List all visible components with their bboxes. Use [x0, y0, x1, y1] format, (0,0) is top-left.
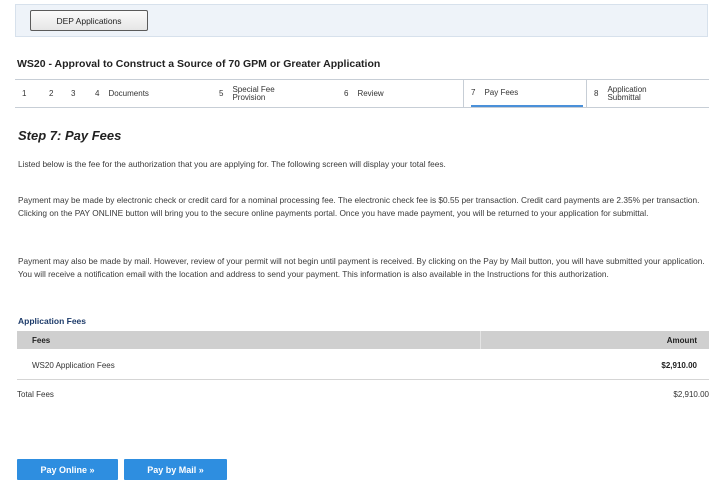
step-8-application-submittal[interactable]: 8 Application Submittal: [587, 80, 709, 107]
fee-name: WS20 Application Fees: [32, 361, 115, 370]
dep-applications-button[interactable]: DEP Applications: [30, 10, 148, 31]
total-fees-row: Total Fees $2,910.00: [17, 390, 709, 404]
amount-column-header: Amount: [666, 336, 697, 345]
fees-column-header: Fees: [32, 336, 51, 345]
total-fees-amount: $2,910.00: [673, 390, 709, 399]
table-row: WS20 Application Fees $2,910.00: [17, 358, 709, 374]
online-payment-paragraph: Payment may be made by electronic check …: [18, 195, 700, 218]
step-6-review[interactable]: 6 Review: [337, 80, 463, 107]
step-2[interactable]: 2: [42, 80, 64, 107]
total-fees-label: Total Fees: [17, 390, 54, 399]
pay-by-mail-button[interactable]: Pay by Mail »: [124, 459, 227, 480]
step-navigation: 1 2 3 4 Documents 5 Special Fee Provision …: [15, 79, 709, 108]
intro-paragraph: Listed below is the fee for the authoriz…: [18, 159, 446, 169]
page-title: Step 7: Pay Fees: [18, 128, 122, 143]
step-3[interactable]: 3: [64, 80, 88, 107]
column-divider: [480, 331, 481, 349]
fee-amount: $2,910.00: [661, 361, 697, 370]
divider: [17, 379, 709, 380]
step-1[interactable]: 1: [15, 80, 42, 107]
mail-payment-paragraph: Payment may also be made by mail. Howeve…: [18, 256, 705, 279]
step-5-special-fee-provision[interactable]: 5 Special Fee Provision: [212, 80, 337, 107]
application-title: WS20 - Approval to Construct a Source of…: [17, 58, 381, 70]
application-fees-heading: Application Fees: [18, 316, 87, 326]
step-7-pay-fees[interactable]: 7 Pay Fees: [463, 80, 587, 107]
step-4-documents[interactable]: 4 Documents: [88, 80, 212, 107]
top-bar: DEP Applications: [15, 4, 708, 37]
pay-online-button[interactable]: Pay Online »: [17, 459, 118, 480]
fees-table-header: Fees Amount: [17, 331, 709, 349]
